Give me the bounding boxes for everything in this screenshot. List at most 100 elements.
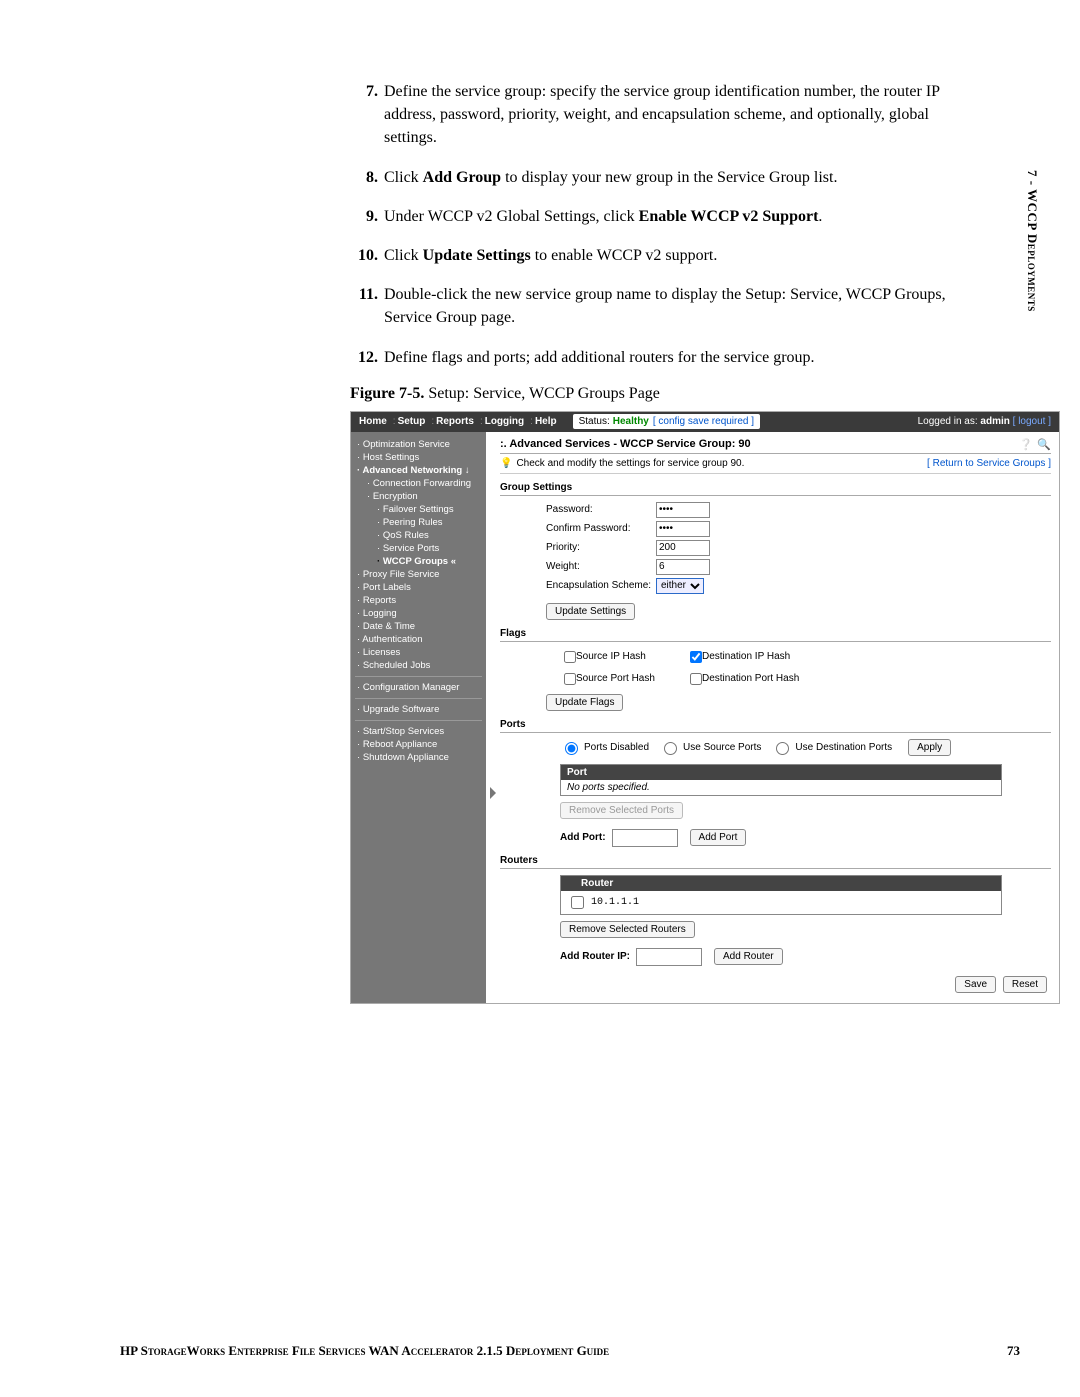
- step-text: Double-click the new service group name …: [384, 283, 960, 329]
- document-body: 7.Define the service group: specify the …: [350, 80, 960, 1004]
- sidebar-item[interactable]: Encryption: [351, 490, 486, 503]
- sidebar-item[interactable]: Authentication: [351, 633, 486, 646]
- page-number: 73: [1007, 1343, 1020, 1359]
- sidebar-link[interactable]: Date & Time: [363, 621, 415, 632]
- priority-input[interactable]: [656, 540, 710, 556]
- sidebar-link[interactable]: Service Ports: [383, 543, 440, 554]
- figure-caption-text: Setup: Service, WCCP Groups Page: [424, 385, 660, 402]
- router-row-checkbox[interactable]: [571, 896, 584, 909]
- sidebar-item[interactable]: Configuration Manager: [351, 681, 486, 694]
- nav-separator: :: [393, 416, 396, 427]
- sidebar-item[interactable]: Advanced Networking ↓: [351, 464, 486, 477]
- sidebar-link[interactable]: Start/Stop Services: [363, 726, 444, 737]
- encap-select[interactable]: either: [656, 578, 704, 594]
- sidebar-item[interactable]: Host Settings: [351, 451, 486, 464]
- remove-routers-button[interactable]: Remove Selected Routers: [560, 921, 695, 938]
- update-flags-button[interactable]: Update Flags: [546, 694, 623, 711]
- step-bold-term: Enable WCCP v2 Support: [639, 208, 819, 225]
- section-side-tab: 7 - WCCP Deployments: [1024, 170, 1040, 312]
- add-port-label: Add Port:: [560, 832, 606, 843]
- add-port-button[interactable]: Add Port: [690, 829, 747, 846]
- sidebar-item[interactable]: Licenses: [351, 646, 486, 659]
- add-router-button[interactable]: Add Router: [714, 948, 783, 965]
- sidebar-link[interactable]: Host Settings: [363, 452, 420, 463]
- sidebar-item[interactable]: Reboot Appliance: [351, 738, 486, 751]
- nav-item-reports[interactable]: Reports: [436, 416, 474, 427]
- sidebar-link[interactable]: Encryption: [373, 491, 418, 502]
- help-icon[interactable]: ❔: [1019, 438, 1033, 452]
- sidebar-item[interactable]: Peering Rules: [351, 516, 486, 529]
- status-bar: Status: Healthy [ config save required ]: [573, 414, 760, 429]
- sidebar-link[interactable]: Upgrade Software: [363, 704, 440, 715]
- instruction-step: 10.Click Update Settings to enable WCCP …: [350, 244, 960, 267]
- sidebar-link[interactable]: Connection Forwarding: [373, 478, 471, 489]
- sidebar-link[interactable]: Authentication: [362, 634, 422, 645]
- use-destination-ports-radio[interactable]: [776, 742, 789, 755]
- update-settings-button[interactable]: Update Settings: [546, 603, 635, 620]
- status-value: Healthy: [613, 416, 649, 427]
- sidebar-item[interactable]: Reports: [351, 594, 486, 607]
- sidebar-item[interactable]: Upgrade Software: [351, 703, 486, 716]
- sidebar-item[interactable]: Date & Time: [351, 620, 486, 633]
- section-header-group-settings: Group Settings: [500, 482, 1051, 496]
- use-source-ports-radio[interactable]: [664, 742, 677, 755]
- sidebar-link[interactable]: Shutdown Appliance: [363, 752, 449, 763]
- dst-port-hash-checkbox[interactable]: [690, 673, 702, 685]
- sidebar-link[interactable]: Scheduled Jobs: [363, 660, 431, 671]
- instruction-step: 7.Define the service group: specify the …: [350, 80, 960, 150]
- nav-item-help[interactable]: Help: [535, 416, 557, 427]
- sidebar-item[interactable]: Optimization Service: [351, 438, 486, 451]
- sidebar-item[interactable]: Shutdown Appliance: [351, 751, 486, 764]
- src-port-hash-checkbox[interactable]: [564, 673, 576, 685]
- nav-item-home[interactable]: Home: [359, 416, 387, 427]
- sidebar-link[interactable]: Reports: [363, 595, 396, 606]
- password-input[interactable]: [656, 502, 710, 518]
- sidebar-item[interactable]: Port Labels: [351, 581, 486, 594]
- sidebar-link[interactable]: Advanced Networking ↓: [362, 465, 469, 476]
- ports-disabled-radio[interactable]: [565, 742, 578, 755]
- use-source-ports-label: Use Source Ports: [683, 742, 761, 753]
- sidebar-link[interactable]: Port Labels: [363, 582, 411, 593]
- step-text: Define the service group: specify the se…: [384, 80, 960, 150]
- sidebar-item[interactable]: WCCP Groups «: [351, 555, 486, 568]
- sidebar-link[interactable]: Reboot Appliance: [363, 739, 437, 750]
- sidebar-item[interactable]: Scheduled Jobs: [351, 659, 486, 672]
- dst-ip-hash-checkbox[interactable]: [690, 651, 702, 663]
- info-icon[interactable]: 🔍: [1037, 438, 1051, 452]
- sidebar-item[interactable]: Logging: [351, 607, 486, 620]
- sidebar-link[interactable]: Optimization Service: [363, 439, 450, 450]
- config-save-link[interactable]: [ config save required ]: [653, 416, 754, 427]
- sidebar-item[interactable]: Proxy File Service: [351, 568, 486, 581]
- reset-button[interactable]: Reset: [1003, 976, 1047, 993]
- sidebar-link[interactable]: Licenses: [363, 647, 401, 658]
- nav-item-logging[interactable]: Logging: [485, 416, 524, 427]
- sidebar-item[interactable]: Connection Forwarding: [351, 477, 486, 490]
- sidebar-item[interactable]: QoS Rules: [351, 529, 486, 542]
- login-user: admin: [980, 416, 1009, 427]
- sidebar-link[interactable]: Failover Settings: [383, 504, 454, 515]
- sidebar-link[interactable]: Logging: [363, 608, 397, 619]
- sidebar-link[interactable]: Configuration Manager: [363, 682, 460, 693]
- step-text: Under WCCP v2 Global Settings, click Ena…: [384, 205, 960, 228]
- weight-input[interactable]: [656, 559, 710, 575]
- sidebar-item[interactable]: Failover Settings: [351, 503, 486, 516]
- sidebar-link[interactable]: WCCP Groups «: [383, 556, 456, 567]
- add-router-input[interactable]: [636, 948, 702, 966]
- sidebar-divider: [355, 698, 482, 699]
- logout-link[interactable]: [ logout ]: [1013, 416, 1051, 427]
- confirm-password-input[interactable]: [656, 521, 710, 537]
- nav-separator: :: [530, 416, 533, 427]
- apply-ports-button[interactable]: Apply: [908, 739, 951, 756]
- sidebar-link[interactable]: Proxy File Service: [363, 569, 440, 580]
- save-button[interactable]: Save: [955, 976, 996, 993]
- sidebar-link[interactable]: Peering Rules: [383, 517, 443, 528]
- src-ip-hash-checkbox[interactable]: [564, 651, 576, 663]
- sidebar-link[interactable]: QoS Rules: [383, 530, 429, 541]
- sidebar-item[interactable]: Start/Stop Services: [351, 725, 486, 738]
- main-panel: ❔ 🔍 :. Advanced Services - WCCP Service …: [492, 432, 1059, 1003]
- sidebar-item[interactable]: Service Ports: [351, 542, 486, 555]
- return-link[interactable]: [ Return to Service Groups ]: [927, 458, 1051, 469]
- add-port-input[interactable]: [612, 829, 678, 847]
- ports-table-header: Port: [561, 765, 1001, 780]
- nav-item-setup[interactable]: Setup: [398, 416, 426, 427]
